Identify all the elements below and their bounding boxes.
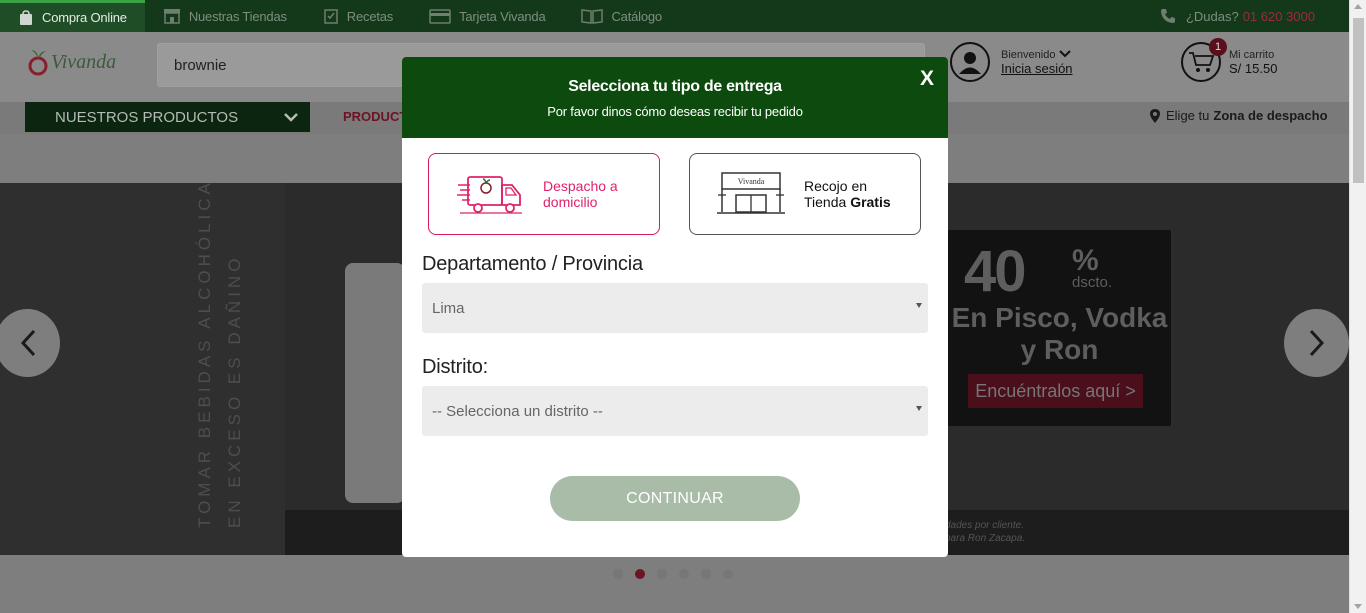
promo-line2: y Ron xyxy=(1020,334,1099,365)
store-sign-text: Vivanda xyxy=(738,177,765,186)
topbar-link-nuestras-tiendas[interactable]: Nuestras Tiendas xyxy=(145,0,305,32)
topbar-link-label: Catálogo xyxy=(611,8,662,24)
topbar-link-label: Nuestras Tiendas xyxy=(188,8,287,24)
topbar-link-label: Compra Online xyxy=(42,10,127,25)
page-scrollbar[interactable] xyxy=(1349,0,1366,613)
logo-text: Vivanda xyxy=(51,50,117,73)
promo-cta-button[interactable]: Encuéntralos aquí > xyxy=(968,374,1143,408)
modal-subtitle: Por favor dinos cómo deseas recibir tu p… xyxy=(547,104,803,119)
topbar-link-tarjeta-vivanda[interactable]: Tarjeta Vivanda xyxy=(411,0,563,32)
select-caret-icon xyxy=(916,406,922,411)
carousel-next-button[interactable] xyxy=(1284,309,1349,377)
chevron-down-icon xyxy=(284,113,298,122)
top-bar: Compra Online Nuestras Tiendas Recetas T… xyxy=(0,0,1349,32)
carousel-dot-active[interactable] xyxy=(635,569,645,579)
bag-icon xyxy=(20,9,32,25)
carousel-dot[interactable] xyxy=(613,569,623,579)
carousel-dot[interactable] xyxy=(679,569,689,579)
department-label: Departamento / Provincia xyxy=(422,253,643,275)
delivery-option-home[interactable]: Despacho a domicilio xyxy=(428,153,660,235)
delivery-truck-icon xyxy=(455,171,525,217)
pickup-option-label: Recojo en Tienda Gratis xyxy=(804,178,891,210)
phone-icon xyxy=(1160,9,1175,23)
book-icon xyxy=(581,9,604,24)
district-placeholder: -- Selecciona un distrito -- xyxy=(432,402,603,420)
modal-header: Selecciona tu tipo de entrega Por favor … xyxy=(402,57,948,138)
vivanda-logo[interactable]: Vivanda xyxy=(27,48,116,76)
promo-percent: 40 xyxy=(964,239,1026,304)
delivery-option-store-pickup[interactable]: Vivanda Recojo en Tienda Gratis xyxy=(689,153,921,235)
topbar-link-compra-online[interactable]: Compra Online xyxy=(0,0,145,32)
lower-content xyxy=(0,555,1349,613)
phone-contact: ¿Dudas? 01 620 3000 xyxy=(1160,8,1315,24)
login-link[interactable]: Inicia sesión xyxy=(1001,62,1073,76)
chevron-down-icon xyxy=(1058,50,1071,58)
phone-label: ¿Dudas? xyxy=(1185,8,1239,24)
delivery-type-modal: Selecciona tu tipo de entrega Por favor … xyxy=(402,57,948,557)
user-account[interactable]: Bienvenido Inicia sesión xyxy=(950,42,1073,82)
chevron-left-icon xyxy=(20,329,35,357)
scroll-up-arrow-icon[interactable] xyxy=(1354,4,1362,9)
user-avatar-icon xyxy=(950,42,990,82)
store-front-icon: Vivanda xyxy=(716,170,786,218)
department-select[interactable]: Lima xyxy=(422,283,928,333)
topbar-link-label: Recetas xyxy=(346,8,394,24)
promo-image[interactable]: 40 % dscto. En Pisco, Vodka y Ron Encuén… xyxy=(948,230,1171,426)
carousel-dot[interactable] xyxy=(701,569,711,579)
legal-text: dades por cliente. para Ron Zacapa. xyxy=(945,520,1026,544)
carousel-dot[interactable] xyxy=(723,569,733,579)
cart-amount: S/ 15.50 xyxy=(1229,61,1278,76)
cart-label: Mi carrito xyxy=(1229,49,1275,61)
department-selected-value: Lima xyxy=(432,299,465,317)
store-icon xyxy=(163,9,180,24)
alcohol-warning-text: TOMAR BEBIDAS ALCOHÓLICA EN EXCESO ES DA… xyxy=(195,179,244,528)
promo-discount-label: dscto. xyxy=(1072,274,1113,291)
scroll-down-arrow-icon[interactable] xyxy=(1354,604,1362,609)
recipe-icon xyxy=(324,9,338,24)
card-icon xyxy=(429,9,451,24)
zone-prefix: Elige tu xyxy=(1166,108,1210,123)
district-label: Distrito: xyxy=(422,356,488,378)
chevron-right-icon xyxy=(1309,329,1324,357)
scrollbar-thumb[interactable] xyxy=(1353,18,1364,183)
bottle-image xyxy=(345,263,405,503)
modal-title: Selecciona tu tipo de entrega xyxy=(568,78,782,95)
select-caret-icon xyxy=(916,303,922,308)
cart-icon: 1 xyxy=(1181,38,1227,82)
cart-count-badge: 1 xyxy=(1209,38,1227,56)
welcome-text: Bienvenido xyxy=(1001,48,1073,62)
carousel-dots xyxy=(613,569,745,579)
cart[interactable]: 1 Mi carrito S/ 15.50 xyxy=(1181,38,1278,82)
location-pin-icon xyxy=(1150,108,1160,123)
topbar-link-label: Tarjeta Vivanda xyxy=(459,8,546,24)
products-menu-label: NUESTROS PRODUCTOS xyxy=(55,108,239,126)
topbar-link-recetas[interactable]: Recetas xyxy=(305,0,411,32)
modal-close-button[interactable]: X xyxy=(920,67,934,91)
delivery-option-label: Despacho a domicilio xyxy=(543,178,618,210)
topbar-link-catalogo[interactable]: Catálogo xyxy=(563,0,679,32)
promo-percent-sign: % xyxy=(1072,244,1099,277)
delivery-zone-link[interactable]: Elige tu Zona de despacho xyxy=(1150,108,1328,123)
district-select[interactable]: -- Selecciona un distrito -- xyxy=(422,386,928,436)
zone-bold: Zona de despacho xyxy=(1213,108,1328,123)
continue-button[interactable]: CONTINUAR xyxy=(550,476,800,521)
promo-line1: En Pisco, Vodka xyxy=(951,302,1168,333)
apple-logo-icon xyxy=(28,50,48,76)
phone-number: 01 620 3000 xyxy=(1242,8,1315,24)
carousel-dot[interactable] xyxy=(657,569,667,579)
products-menu-button[interactable]: NUESTROS PRODUCTOS xyxy=(25,102,310,132)
